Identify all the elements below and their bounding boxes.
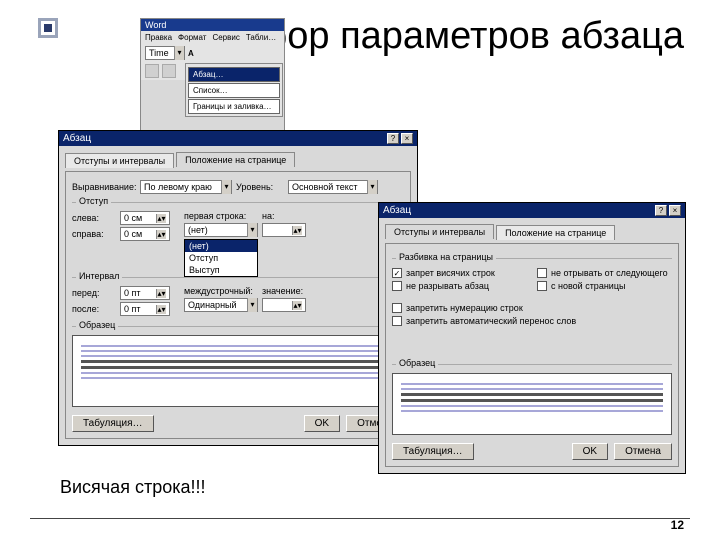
preview-group: Образец xyxy=(392,364,672,435)
spacing-group: Интервал перед:0 пт▴▾ после:0 пт▴▾ между… xyxy=(72,277,404,318)
toolbar-button[interactable] xyxy=(162,64,176,78)
chk-widow-control[interactable]: ✓запрет висячих строк xyxy=(392,268,527,278)
align-label: Выравнивание: xyxy=(72,182,136,192)
cancel-button[interactable]: Отмена xyxy=(614,443,672,460)
firstline-on-label: на: xyxy=(262,211,282,221)
chk-keep-together[interactable]: не разрывать абзац xyxy=(392,281,527,291)
align-select[interactable]: По левому краю▾ xyxy=(140,180,232,194)
tabstops-button[interactable]: Табуляция… xyxy=(392,443,474,460)
menu-item[interactable]: Сервис xyxy=(212,33,239,42)
paragraph-dialog-pageflow: Абзац ? × Отступы и интервалы Положение … xyxy=(378,202,686,474)
ok-button[interactable]: OK xyxy=(304,415,340,432)
paragraph-dialog-indents: Абзац ? × Отступы и интервалы Положение … xyxy=(58,130,418,446)
linesp-on-label: значение: xyxy=(262,286,302,296)
chk-page-break-before[interactable]: с новой страницы xyxy=(537,281,672,291)
help-icon[interactable]: ? xyxy=(655,205,667,216)
page-number: 12 xyxy=(671,518,684,532)
slide-caption: Висячая строка!!! xyxy=(60,477,206,498)
dropdown-option[interactable]: Отступ xyxy=(185,252,257,264)
tab-pageflow[interactable]: Положение на странице xyxy=(496,225,615,240)
font-selector[interactable]: Time▾ xyxy=(145,46,185,60)
firstline-value[interactable]: ▴▾ xyxy=(262,223,306,237)
menu-item[interactable]: Табли… xyxy=(246,33,276,42)
firstline-select[interactable]: (нет)▾ xyxy=(184,223,258,237)
underline-icon[interactable]: A xyxy=(188,49,194,58)
dialog-title: Абзац xyxy=(383,205,411,216)
tab-pageflow[interactable]: Положение на странице xyxy=(176,152,295,167)
chk-suppress-line-numbers[interactable]: запретить нумерацию строк xyxy=(392,303,672,313)
dialog-title: Абзац xyxy=(63,133,91,144)
dropdown-option[interactable]: Выступ xyxy=(185,264,257,276)
dialog-titlebar: Абзац ? × xyxy=(59,131,417,146)
dropdown-option[interactable]: (нет) xyxy=(185,240,257,252)
dialog-tabs: Отступы и интервалы Положение на страниц… xyxy=(65,152,411,167)
close-icon[interactable]: × xyxy=(401,133,413,144)
slide-divider xyxy=(30,518,690,519)
firstline-dropdown-list[interactable]: (нет) Отступ Выступ xyxy=(184,239,258,277)
right-label: справа: xyxy=(72,229,116,239)
preview-box xyxy=(72,335,404,407)
word-toolbar: Time▾ A xyxy=(141,44,284,62)
menu-item[interactable]: Правка xyxy=(145,33,172,42)
ok-button[interactable]: OK xyxy=(572,443,608,460)
slide-accent xyxy=(38,18,58,38)
tab-indents[interactable]: Отступы и интервалы xyxy=(65,153,174,168)
word-titlebar: Word xyxy=(141,19,284,31)
toolbar-button[interactable] xyxy=(145,64,159,78)
firstline-label: первая строка: xyxy=(184,211,258,221)
indent-left-input[interactable]: 0 см▴▾ xyxy=(120,211,170,225)
word-window: Word Правка Формат Сервис Табли… Time▾ A… xyxy=(140,18,285,133)
left-label: слева: xyxy=(72,213,116,223)
menu-item-list[interactable]: Список… xyxy=(188,83,280,98)
chk-no-hyphen[interactable]: запретить автоматический перенос слов xyxy=(392,316,672,326)
space-before-input[interactable]: 0 пт▴▾ xyxy=(120,286,170,300)
tab-indents[interactable]: Отступы и интервалы xyxy=(385,224,494,239)
preview-box xyxy=(392,373,672,435)
preview-group: Образец xyxy=(72,326,404,407)
close-icon[interactable]: × xyxy=(669,205,681,216)
suppress-group: запретить нумерацию строк запретить авто… xyxy=(392,298,672,326)
indent-group: Отступ слева:0 см▴▾ справа:0 см▴▾ первая… xyxy=(72,202,404,243)
dialog-titlebar: Абзац ? × xyxy=(379,203,685,218)
after-label: после: xyxy=(72,304,116,314)
level-label: Уровень: xyxy=(236,182,284,192)
pagination-group: Разбивка на страницы ✓запрет висячих стр… xyxy=(392,258,672,294)
dialog-tabs: Отступы и интервалы Положение на страниц… xyxy=(385,224,679,239)
tabstops-button[interactable]: Табуляция… xyxy=(72,415,154,432)
menu-item[interactable]: Формат xyxy=(178,33,206,42)
level-select[interactable]: Основной текст▾ xyxy=(288,180,378,194)
menu-item-borders[interactable]: Границы и заливка… xyxy=(188,99,280,114)
chk-keep-with-next[interactable]: не отрывать от следующего xyxy=(537,268,672,278)
help-icon[interactable]: ? xyxy=(387,133,399,144)
linesp-label: междустрочный: xyxy=(184,286,258,296)
space-after-input[interactable]: 0 пт▴▾ xyxy=(120,302,170,316)
linespacing-select[interactable]: Одинарный▾ xyxy=(184,298,258,312)
linespacing-value[interactable]: ▴▾ xyxy=(262,298,306,312)
indent-right-input[interactable]: 0 см▴▾ xyxy=(120,227,170,241)
word-menubar[interactable]: Правка Формат Сервис Табли… xyxy=(141,31,284,44)
menu-item-paragraph[interactable]: Абзац… xyxy=(188,67,280,82)
before-label: перед: xyxy=(72,288,116,298)
format-menu-dropdown[interactable]: Абзац… Список… Границы и заливка… xyxy=(185,63,283,117)
